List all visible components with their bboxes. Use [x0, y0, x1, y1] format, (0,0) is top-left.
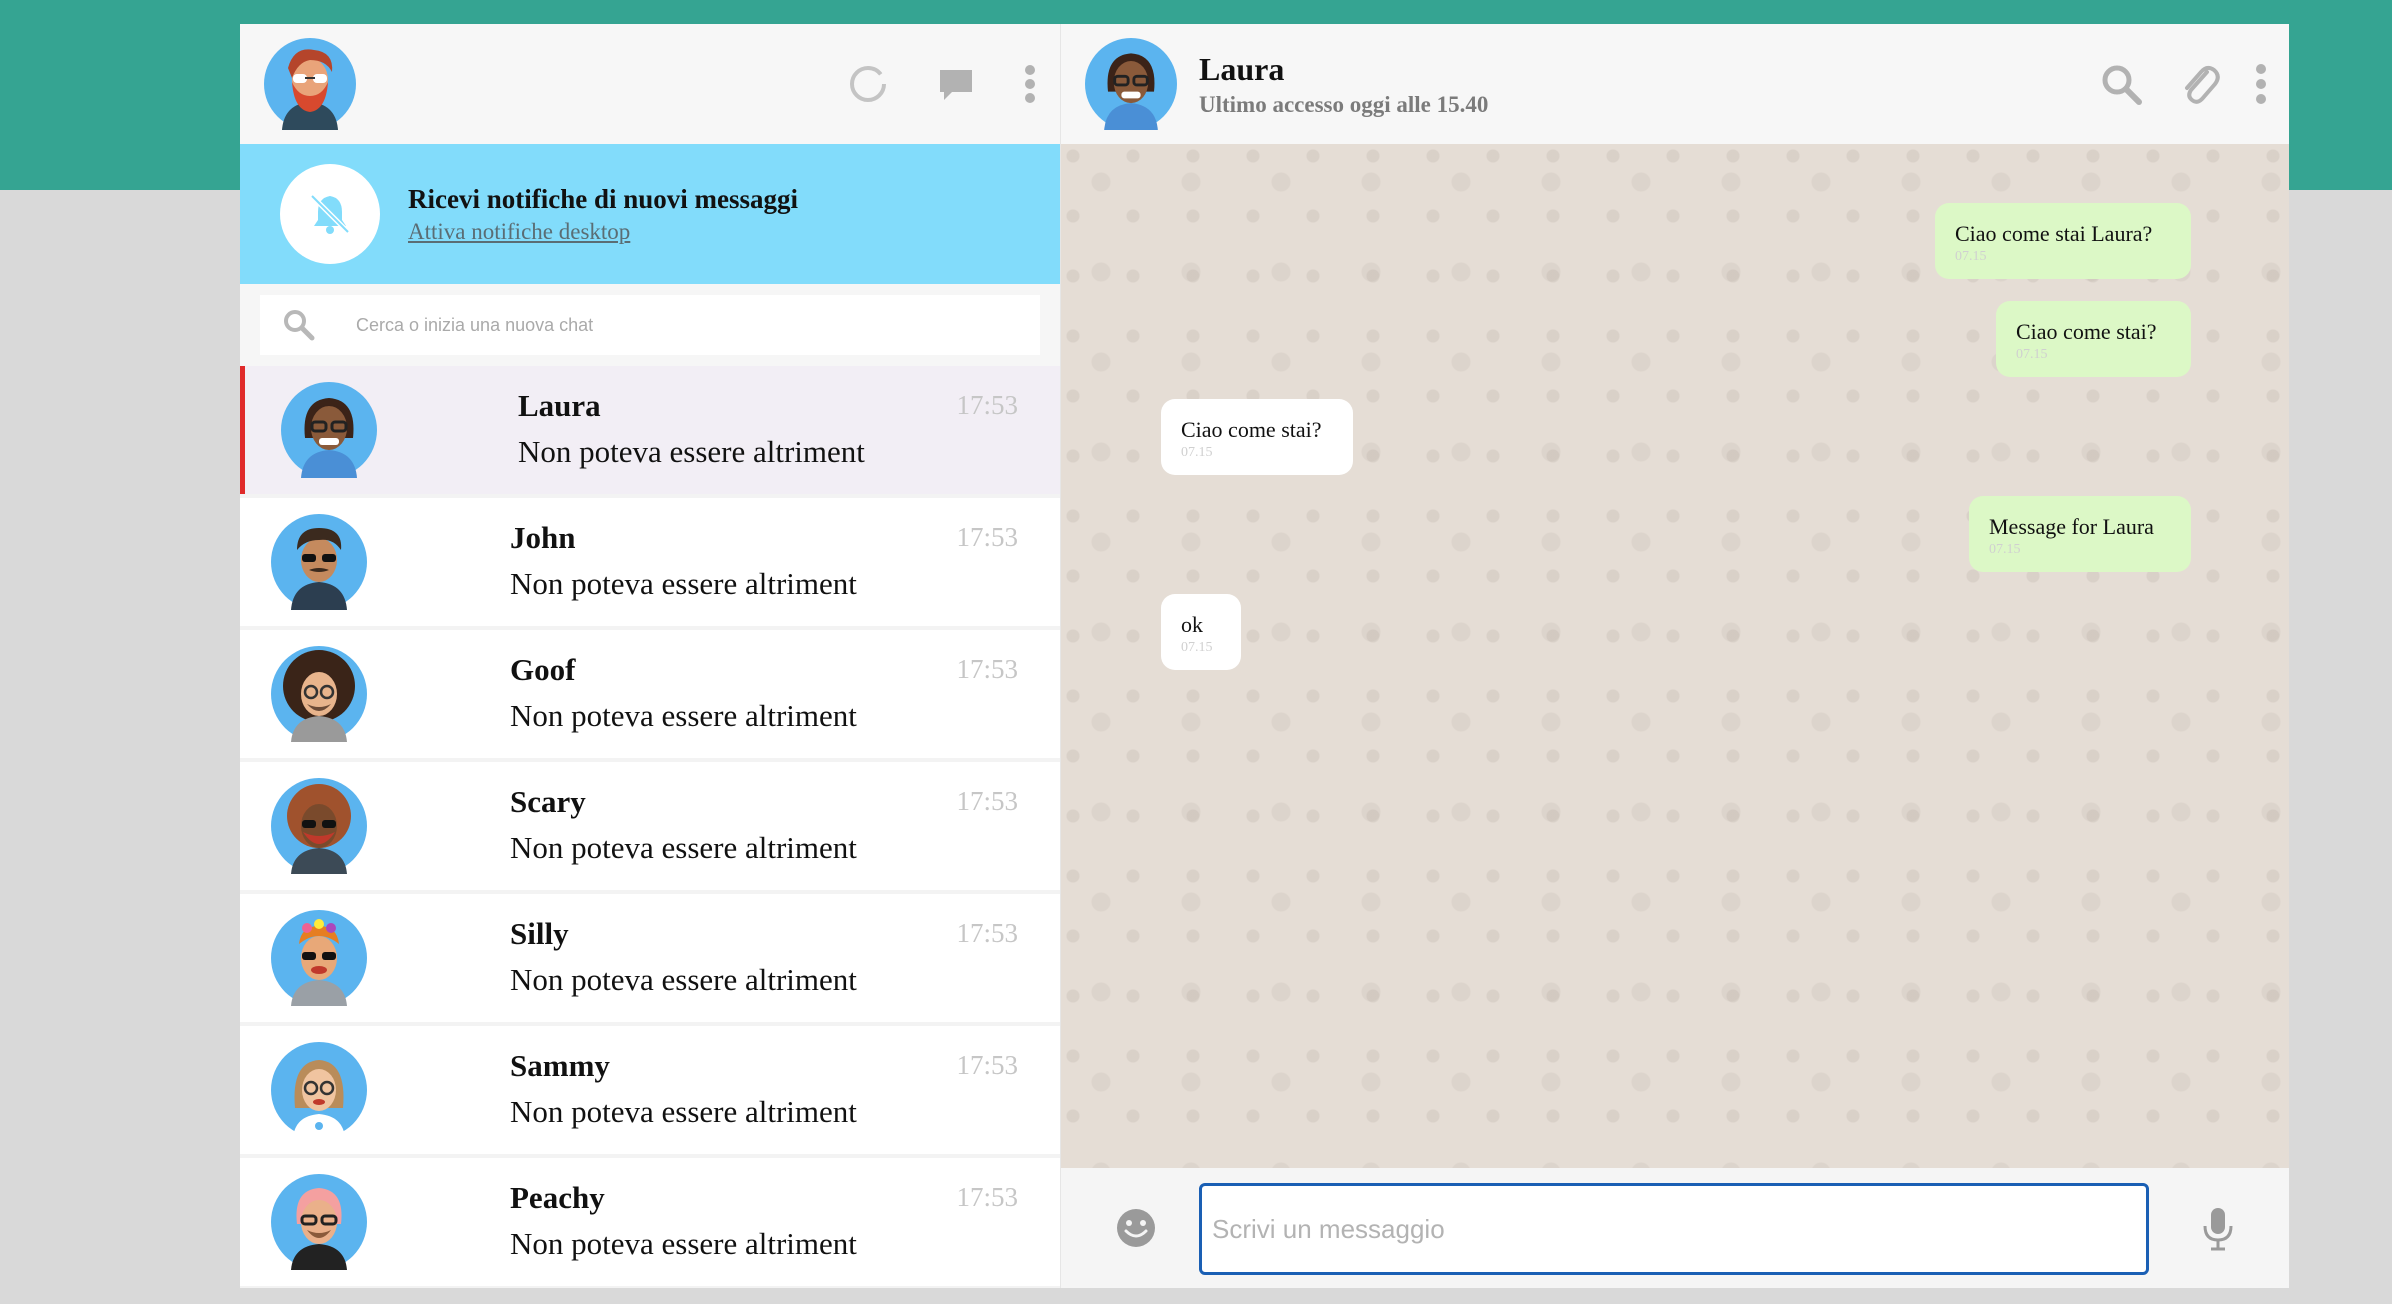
- chat-name: John: [510, 520, 576, 555]
- message-text: Ciao come stai?: [2016, 319, 2157, 344]
- conversation-header: Laura Ultimo accesso oggi alle 15.40: [1061, 24, 2289, 144]
- avatar: [271, 646, 367, 742]
- chat-name: Laura: [518, 388, 601, 423]
- chat-info: Goof Non poteva essere altriment: [510, 652, 857, 734]
- avatar: [271, 1042, 367, 1138]
- chat-last-message: Non poteva essere altriment: [510, 1226, 857, 1261]
- chat-name: Sammy: [510, 1048, 610, 1083]
- message-time: 07.15: [1181, 640, 1213, 655]
- compose-bar: [1061, 1168, 2289, 1288]
- chat-item-laura[interactable]: Laura Non poteva essere altriment 17:53: [240, 366, 1060, 494]
- contact-name: Laura: [1199, 50, 1285, 87]
- sidebar-actions: [848, 24, 1036, 144]
- bell-off-icon[interactable]: [280, 164, 380, 264]
- chat-item-scary[interactable]: Scary Non poteva essere altriment 17:53: [240, 762, 1060, 890]
- contact-avatar[interactable]: [1085, 38, 1177, 130]
- chat-item-john[interactable]: John Non poteva essere altriment 17:53: [240, 498, 1060, 626]
- chat-last-message: Non poteva essere altriment: [510, 830, 857, 865]
- search-bar: [240, 284, 1060, 366]
- chat-time: 17:53: [956, 522, 1018, 552]
- search-icon[interactable]: [282, 308, 316, 342]
- chat-last-message: Non poteva essere altriment: [518, 434, 865, 469]
- contact-info: Laura Ultimo accesso oggi alle 15.40: [1199, 51, 1488, 118]
- chat-info: Peachy Non poteva essere altriment: [510, 1180, 857, 1262]
- chat-time: 17:53: [956, 1050, 1018, 1080]
- message-input[interactable]: [1202, 1186, 2146, 1272]
- chat-name: Goof: [510, 652, 576, 687]
- message-area: Ciao come stai Laura? 07.15 Ciao come st…: [1061, 144, 2289, 1168]
- chat-item-silly[interactable]: Silly Non poteva essere altriment 17:53: [240, 894, 1060, 1022]
- sidebar: Ricevi notifiche di nuovi messaggi Attiv…: [240, 24, 1061, 1288]
- enable-notifications-link[interactable]: Attiva notifiche desktop: [408, 219, 798, 245]
- chat-info: Laura Non poteva essere altriment: [518, 388, 865, 470]
- message-bubble-incoming: Ciao come stai? 07.15: [1161, 399, 1353, 475]
- conversation-actions: [2099, 24, 2267, 144]
- chat-name: Peachy: [510, 1180, 605, 1215]
- last-seen-status: Ultimo accesso oggi alle 15.40: [1199, 91, 1489, 117]
- menu-icon[interactable]: [1024, 64, 1036, 104]
- chat-time: 17:53: [956, 390, 1018, 420]
- message-text: Message for Laura: [1989, 514, 2154, 539]
- app-window: Ricevi notifiche di nuovi messaggi Attiv…: [240, 24, 2289, 1288]
- microphone-icon[interactable]: [2202, 1206, 2234, 1252]
- avatar: [281, 382, 377, 478]
- message-bubble-incoming: ok 07.15: [1161, 594, 1241, 670]
- chat-list: Laura Non poteva essere altriment 17:53: [240, 366, 1060, 1288]
- message-time: 07.15: [1181, 445, 1213, 460]
- status-icon[interactable]: [848, 64, 888, 104]
- search-box: [260, 295, 1040, 355]
- message-time: 07.15: [2016, 347, 2048, 362]
- notification-title: Ricevi notifiche di nuovi messaggi: [408, 183, 798, 214]
- chat-time: 17:53: [956, 786, 1018, 816]
- chat-time: 17:53: [956, 918, 1018, 948]
- message-text: ok: [1181, 612, 1203, 637]
- search-input[interactable]: [354, 313, 958, 337]
- my-avatar[interactable]: [264, 38, 356, 130]
- message-time: 07.15: [1955, 249, 1987, 264]
- chat-last-message: Non poteva essere altriment: [510, 962, 857, 997]
- emoji-icon[interactable]: [1115, 1207, 1157, 1249]
- message-time: 07.15: [1989, 542, 2021, 557]
- chat-name: Scary: [510, 784, 586, 819]
- chat-info: Sammy Non poteva essere altriment: [510, 1048, 857, 1130]
- chat-last-message: Non poteva essere altriment: [510, 566, 857, 601]
- compose-box: [1199, 1183, 2149, 1275]
- avatar: [271, 1174, 367, 1270]
- chat-item-sammy[interactable]: Sammy Non poteva essere altriment 17:53: [240, 1026, 1060, 1154]
- notification-banner: Ricevi notifiche di nuovi messaggi Attiv…: [240, 144, 1060, 284]
- message-bubble-outgoing: Ciao come stai Laura? 07.15: [1935, 203, 2191, 279]
- chat-item-goof[interactable]: Goof Non poteva essere altriment 17:53: [240, 630, 1060, 758]
- avatar: [271, 910, 367, 1006]
- attach-icon[interactable]: [2177, 62, 2221, 106]
- chat-last-message: Non poteva essere altriment: [510, 698, 857, 733]
- conversation-panel: Laura Ultimo accesso oggi alle 15.40 Cia…: [1061, 24, 2289, 1288]
- chat-time: 17:53: [956, 654, 1018, 684]
- chat-info: Silly Non poteva essere altriment: [510, 916, 857, 998]
- menu-icon[interactable]: [2255, 63, 2267, 105]
- avatar: [271, 514, 367, 610]
- notification-text: Ricevi notifiche di nuovi messaggi Attiv…: [408, 184, 798, 245]
- chat-last-message: Non poteva essere altriment: [510, 1094, 857, 1129]
- avatar: [271, 778, 367, 874]
- message-bubble-outgoing: Message for Laura 07.15: [1969, 496, 2191, 572]
- chat-info: John Non poteva essere altriment: [510, 520, 857, 602]
- chat-time: 17:53: [956, 1182, 1018, 1212]
- sidebar-header: [240, 24, 1060, 144]
- message-text: Ciao come stai Laura?: [1955, 221, 2153, 246]
- chat-item-peachy[interactable]: Peachy Non poteva essere altriment 17:53: [240, 1158, 1060, 1286]
- message-bubble-outgoing: Ciao come stai? 07.15: [1996, 301, 2191, 377]
- new-chat-icon[interactable]: [936, 64, 976, 104]
- chat-info: Scary Non poteva essere altriment: [510, 784, 857, 866]
- chat-name: Silly: [510, 916, 569, 951]
- search-icon[interactable]: [2099, 62, 2143, 106]
- message-text: Ciao come stai?: [1181, 417, 1322, 442]
